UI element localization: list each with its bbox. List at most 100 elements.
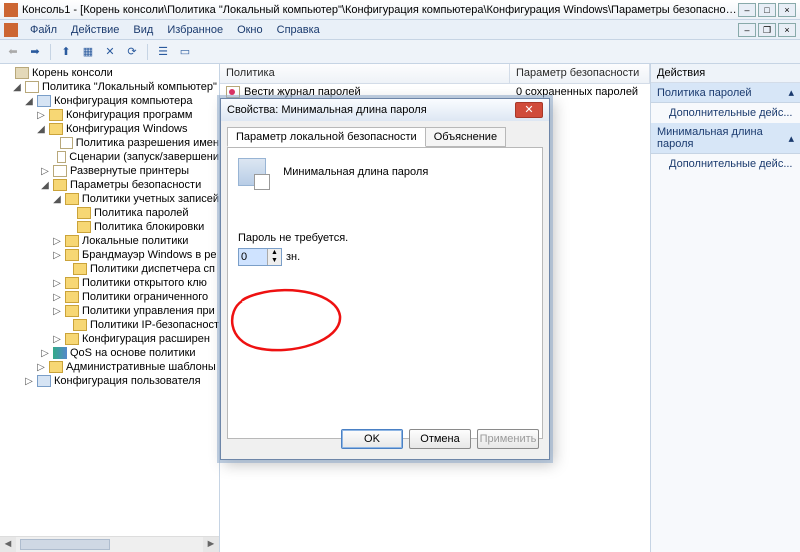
- up-button[interactable]: ⬆: [57, 43, 75, 61]
- policy-large-icon: [238, 158, 266, 186]
- chevron-up-icon: ▴: [788, 132, 794, 145]
- tree-node[interactable]: Политики ограниченного: [82, 291, 208, 303]
- folder-icon: [65, 291, 79, 303]
- tree-node[interactable]: Локальные политики: [82, 235, 188, 247]
- menu-view[interactable]: Вид: [127, 22, 159, 38]
- delete-button[interactable]: ✕: [101, 43, 119, 61]
- tree-node[interactable]: QoS на основе политики: [70, 347, 196, 359]
- dialog-titlebar[interactable]: Свойства: Минимальная длина пароля ✕: [221, 99, 549, 121]
- folder-icon: [73, 319, 87, 331]
- actions-pane: Действия Политика паролей▴ Дополнительны…: [650, 64, 800, 552]
- security-icon: [53, 179, 67, 191]
- tree-node[interactable]: Политика блокировки: [94, 221, 204, 233]
- tree-pane[interactable]: Корень консоли ◢Политика "Локальный комп…: [0, 64, 220, 552]
- user-config-icon: [37, 375, 51, 387]
- properties-button[interactable]: ☰: [154, 43, 172, 61]
- menu-window[interactable]: Окно: [231, 22, 269, 38]
- tree-node[interactable]: Развернутые принтеры: [70, 165, 189, 177]
- back-button[interactable]: ⬅: [4, 43, 22, 61]
- list-header: Политика Параметр безопасности: [220, 64, 650, 84]
- folder-icon: [49, 361, 63, 373]
- scroll-thumb[interactable]: [20, 539, 110, 550]
- folder-icon: [49, 109, 63, 121]
- apply-button[interactable]: Применить: [477, 429, 539, 449]
- separator: [50, 44, 51, 60]
- tree-node[interactable]: Политики IP-безопасност: [90, 319, 219, 331]
- forward-button[interactable]: ➡: [26, 43, 44, 61]
- tree-node[interactable]: Конфигурация компьютера: [54, 95, 192, 107]
- child-close-button[interactable]: ×: [778, 23, 796, 37]
- tree-node[interactable]: Политика паролей: [94, 207, 189, 219]
- tab-explanation[interactable]: Объяснение: [425, 127, 506, 147]
- folder-icon: [65, 277, 79, 289]
- folder-icon: [65, 305, 79, 317]
- actions-section[interactable]: Политика паролей▴: [651, 83, 800, 103]
- col-param[interactable]: Параметр безопасности: [510, 64, 650, 83]
- tab-local-security[interactable]: Параметр локальной безопасности: [227, 127, 426, 147]
- minimize-button[interactable]: –: [738, 3, 756, 17]
- password-length-input[interactable]: [239, 249, 267, 265]
- folder-icon: [73, 263, 87, 275]
- maximize-button[interactable]: □: [758, 3, 776, 17]
- tree-node[interactable]: Политика разрешения имен: [76, 137, 219, 149]
- folder-icon: [65, 333, 79, 345]
- scroll-left-button[interactable]: ◄: [0, 537, 16, 552]
- child-restore-button[interactable]: ❐: [758, 23, 776, 37]
- printer-icon: [53, 165, 67, 177]
- tree-node[interactable]: Конфигурация Windows: [66, 123, 188, 135]
- tree-node[interactable]: Политики диспетчера сп: [90, 263, 215, 275]
- show-hide-button[interactable]: ▦: [79, 43, 97, 61]
- not-required-label: Пароль не требуется.: [238, 232, 532, 244]
- app-icon: [4, 3, 18, 17]
- child-minimize-button[interactable]: –: [738, 23, 756, 37]
- menu-favorites[interactable]: Избранное: [161, 22, 229, 38]
- ok-button[interactable]: OK: [341, 429, 403, 449]
- tree-h-scrollbar[interactable]: ◄ ►: [0, 536, 219, 552]
- folder-icon: [65, 235, 79, 247]
- tree-node[interactable]: Конфигурация расширен: [82, 333, 210, 345]
- menu-file[interactable]: Файл: [24, 22, 63, 38]
- tree-node[interactable]: Политики управления при: [82, 305, 215, 317]
- tree-node[interactable]: Параметры безопасности: [70, 179, 201, 191]
- tree-node[interactable]: Политики учетных записей: [82, 193, 219, 205]
- spin-down-button[interactable]: ▼: [267, 257, 281, 265]
- folder-icon: [77, 207, 91, 219]
- tree-node[interactable]: Конфигурация программ: [66, 109, 192, 121]
- tree-node[interactable]: Политика "Локальный компьютер": [42, 81, 217, 93]
- tree-node[interactable]: Политики открытого клю: [82, 277, 207, 289]
- unit-label: зн.: [286, 251, 300, 263]
- actions-section[interactable]: Минимальная длина пароля▴: [651, 123, 800, 154]
- tree-node[interactable]: Брандмауэр Windows в ре: [82, 249, 216, 261]
- refresh-button[interactable]: ⟳: [123, 43, 141, 61]
- doc-icon: [60, 137, 73, 149]
- qos-icon: [53, 347, 67, 359]
- dialog-close-button[interactable]: ✕: [515, 102, 543, 118]
- help-button[interactable]: ▭: [176, 43, 194, 61]
- tree-node[interactable]: Конфигурация пользователя: [54, 375, 201, 387]
- scroll-right-button[interactable]: ►: [203, 537, 219, 552]
- tree-node[interactable]: Сценарии (запуск/завершени: [69, 151, 219, 163]
- script-icon: [57, 151, 66, 163]
- row-value: 0 сохраненных паролей: [516, 86, 644, 98]
- actions-header: Действия: [651, 64, 800, 83]
- menu-action[interactable]: Действие: [65, 22, 125, 38]
- tree-root[interactable]: Корень консоли: [32, 67, 113, 79]
- folder-icon: [49, 123, 63, 135]
- mmc-icon: [4, 23, 18, 37]
- col-policy[interactable]: Политика: [220, 64, 510, 83]
- tree-node[interactable]: Административные шаблоны: [66, 361, 216, 373]
- separator: [147, 44, 148, 60]
- properties-dialog: Свойства: Минимальная длина пароля ✕ Пар…: [220, 98, 550, 460]
- spin-up-button[interactable]: ▲: [267, 249, 281, 257]
- password-length-spinner[interactable]: ▲ ▼: [238, 248, 282, 266]
- dialog-body: Минимальная длина пароля Пароль не требу…: [227, 147, 543, 439]
- toolbar: ⬅ ➡ ⬆ ▦ ✕ ⟳ ☰ ▭: [0, 40, 800, 64]
- window-title: Консоль1 - [Корень консоли\Политика "Лок…: [22, 4, 738, 16]
- console-root-icon: [15, 67, 29, 79]
- close-button[interactable]: ×: [778, 3, 796, 17]
- cancel-button[interactable]: Отмена: [409, 429, 471, 449]
- row-name: Вести журнал паролей: [244, 86, 361, 98]
- actions-item[interactable]: Дополнительные дейс...: [651, 103, 800, 123]
- actions-item[interactable]: Дополнительные дейс...: [651, 154, 800, 174]
- menu-help[interactable]: Справка: [271, 22, 326, 38]
